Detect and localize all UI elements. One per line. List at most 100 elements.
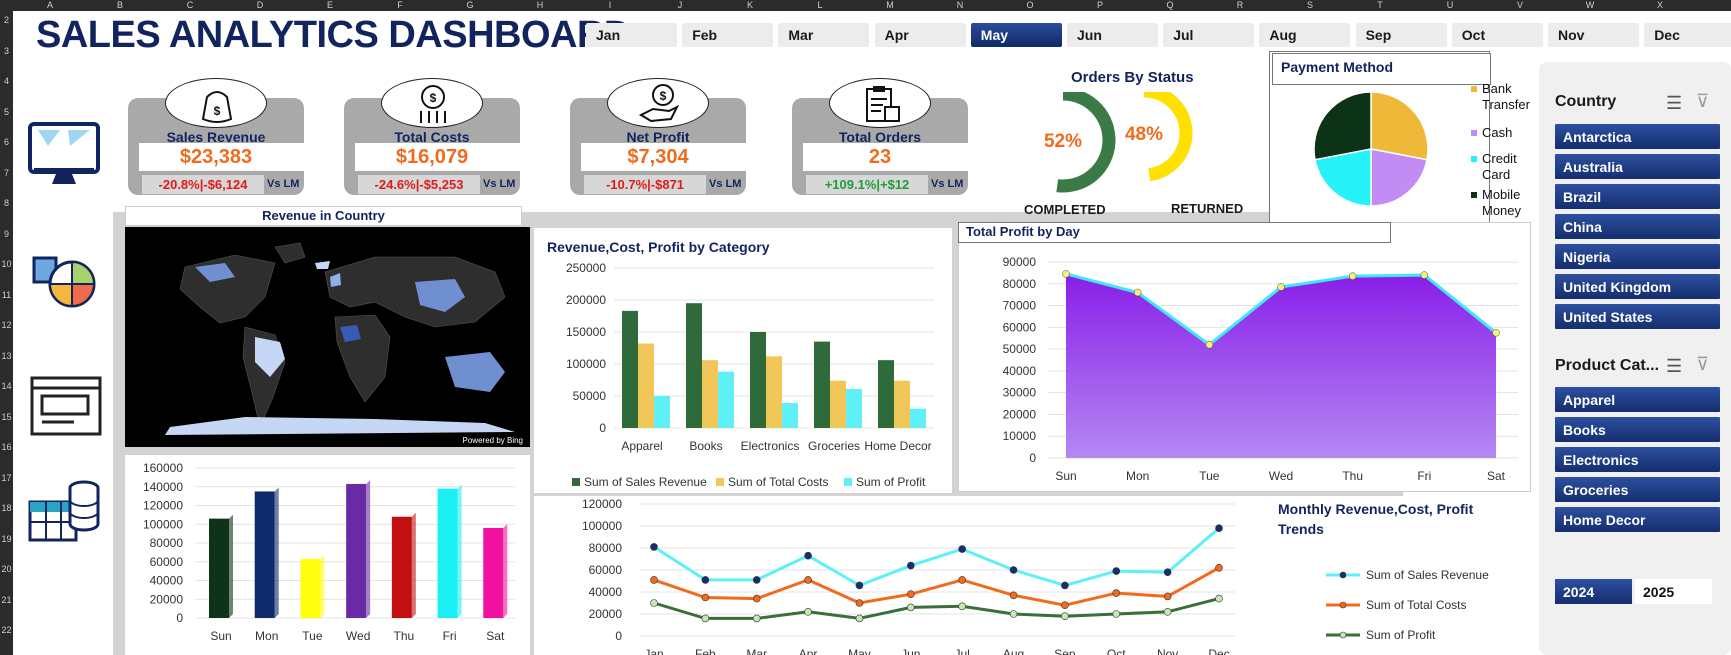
row-number: 15 xyxy=(1,411,12,422)
y-tick-label: 100000 xyxy=(566,357,606,371)
x-tick-label: Groceries xyxy=(808,439,860,453)
column-letter: W xyxy=(1585,0,1595,10)
kpi-card: $ Net Profit $7,304 -10.7%|-$871 Vs LM xyxy=(570,78,746,195)
x-tick-label: Mon xyxy=(255,629,278,643)
revenue-map[interactable]: Powered by Bing xyxy=(125,227,530,447)
category-item-apparel[interactable]: Apparel xyxy=(1555,387,1720,412)
row-number: 10 xyxy=(1,259,12,269)
x-tick-label: Apr xyxy=(799,647,818,655)
row-number: 5 xyxy=(3,106,9,117)
legend-swatch xyxy=(572,478,580,486)
svg-text:$: $ xyxy=(660,89,667,103)
y-tick-label: 100000 xyxy=(143,517,183,531)
kpi-value: $16,079 xyxy=(395,146,469,168)
trend-point xyxy=(1163,592,1172,601)
clear-filter-icon[interactable]: ⊽ xyxy=(1696,354,1709,375)
month-aug[interactable]: Aug xyxy=(1259,23,1351,47)
day-bar-side xyxy=(366,479,371,618)
category-item-groceries[interactable]: Groceries xyxy=(1555,477,1720,502)
y-tick-label: 40000 xyxy=(589,585,623,599)
y-tick-label: 60000 xyxy=(150,555,184,569)
row-number: 6 xyxy=(3,137,9,147)
kpi-value: $7,304 xyxy=(627,146,689,168)
y-tick-label: 20000 xyxy=(589,607,623,621)
clear-filter-icon[interactable]: ⊽ xyxy=(1696,91,1709,112)
month-oct[interactable]: Oct xyxy=(1451,23,1543,47)
trend-point xyxy=(1112,567,1121,575)
month-feb[interactable]: Feb xyxy=(682,23,774,47)
month-apr[interactable]: Apr xyxy=(874,23,966,47)
country-item-antarctica[interactable]: Antarctica xyxy=(1555,124,1720,149)
x-tick-label: Fri xyxy=(1417,469,1431,483)
category-item-electronics[interactable]: Electronics xyxy=(1555,447,1720,472)
y-tick-label: 200000 xyxy=(566,293,606,307)
trend-point xyxy=(804,608,812,616)
trend-point xyxy=(1163,568,1172,576)
kpi-value: $23,383 xyxy=(179,146,253,168)
column-letter: R xyxy=(1236,0,1244,10)
window-icon xyxy=(30,376,102,436)
y-tick-label: 150000 xyxy=(566,325,606,339)
y-tick-label: 70000 xyxy=(1003,299,1037,313)
month-jan[interactable]: Jan xyxy=(586,23,677,47)
trend-point xyxy=(1215,524,1223,533)
month-sep[interactable]: Sep xyxy=(1355,23,1447,47)
trend-point xyxy=(1163,608,1172,616)
country-item-united-kingdom[interactable]: United Kingdom xyxy=(1555,274,1720,299)
year-2025[interactable]: 2025 xyxy=(1635,579,1712,604)
country-item-china[interactable]: China xyxy=(1555,214,1720,239)
month-dec[interactable]: Dec xyxy=(1644,23,1731,47)
month-nov[interactable]: Nov xyxy=(1548,23,1639,47)
multi-select-icon[interactable]: ☰ xyxy=(1666,356,1682,377)
trend-point xyxy=(752,576,761,584)
trend-point xyxy=(855,581,864,590)
x-tick-label: Sun xyxy=(1055,469,1076,483)
x-tick-label: Oct xyxy=(1107,647,1126,655)
country-item-nigeria[interactable]: Nigeria xyxy=(1555,244,1720,269)
svg-text:$: $ xyxy=(214,104,221,118)
clipboard-box-icon xyxy=(866,86,900,122)
category-bar xyxy=(686,303,702,428)
map-title: Revenue in Country xyxy=(262,208,385,223)
month-jul[interactable]: Jul xyxy=(1163,23,1255,47)
y-tick-label: 100000 xyxy=(582,519,622,533)
kpi-icon-frame: $ xyxy=(381,78,483,128)
row-number: 2 xyxy=(3,15,9,25)
row-number: 20 xyxy=(1,564,12,574)
trend-point xyxy=(1061,581,1069,590)
row-number: 21 xyxy=(1,594,12,605)
day-bar-side xyxy=(457,484,462,618)
column-letter: D xyxy=(256,0,264,10)
category-item-home-decor[interactable]: Home Decor xyxy=(1555,507,1720,532)
country-item-australia[interactable]: Australia xyxy=(1555,154,1720,179)
day-bar xyxy=(391,516,412,618)
row-number: 12 xyxy=(1,320,12,330)
month-mar[interactable]: Mar xyxy=(778,23,870,47)
y-tick-label: 250000 xyxy=(566,261,606,275)
y-tick-label: 80000 xyxy=(589,541,623,555)
trend-line xyxy=(653,527,1220,588)
column-header: A B C D E F G H I J K L M N O P Q R S T U V W X xyxy=(0,0,1731,11)
y-tick-label: 0 xyxy=(176,611,183,625)
month-jun[interactable]: Jun xyxy=(1067,23,1158,47)
category-bar xyxy=(750,332,766,428)
multi-select-icon[interactable]: ☰ xyxy=(1666,93,1682,114)
map-credit: Powered by Bing xyxy=(463,436,523,445)
country-item-brazil[interactable]: Brazil xyxy=(1555,184,1720,209)
category-item-books[interactable]: Books xyxy=(1555,417,1720,442)
orders-status-title: Orders By Status xyxy=(1071,69,1194,86)
column-letter: G xyxy=(466,0,474,10)
month-may[interactable]: May xyxy=(970,23,1062,47)
column-letter: J xyxy=(677,0,683,10)
profit-point xyxy=(1420,271,1429,279)
column-letter: T xyxy=(1377,0,1383,10)
year-2024[interactable]: 2024 xyxy=(1555,579,1632,604)
x-tick-label: Aug xyxy=(1003,647,1024,655)
country-item-united-states[interactable]: United States xyxy=(1555,304,1720,329)
x-tick-label: Home Decor xyxy=(864,439,931,453)
day-bar-side xyxy=(274,487,279,618)
y-tick-label: 140000 xyxy=(143,480,183,494)
day-profit-title: Total Profit by Day xyxy=(966,224,1080,239)
profit-point xyxy=(1348,272,1357,280)
legend-swatch xyxy=(716,478,724,486)
